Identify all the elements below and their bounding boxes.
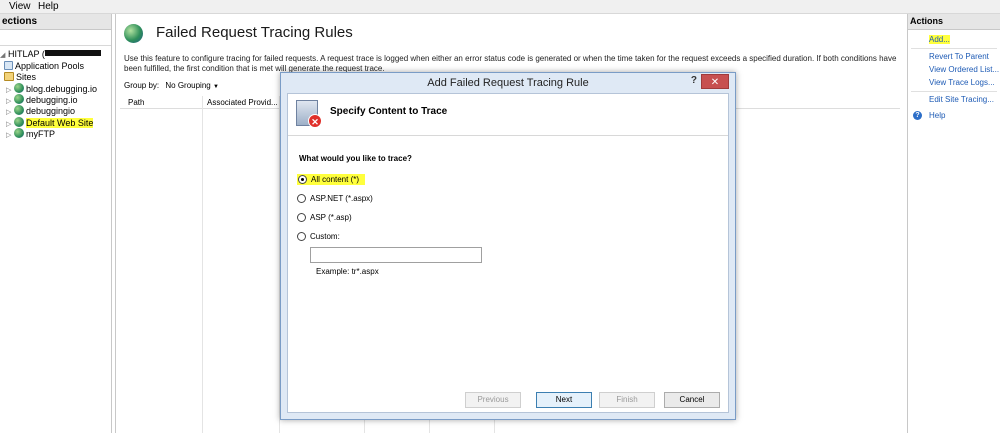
actions-header: Actions [908, 14, 1000, 30]
wizard-banner: ✕ Specify Content to Trace [288, 94, 728, 136]
action-add[interactable]: Add... [929, 35, 950, 45]
radio-label: ASP (*.asp) [310, 213, 352, 222]
tree-item-sites[interactable]: Sites [4, 71, 36, 83]
menu-bar: View Help [0, 0, 1000, 14]
radio-highlight: All content (*) [297, 174, 366, 185]
custom-pattern-input[interactable] [310, 247, 482, 263]
tree-item-site[interactable]: ▷ debuggingio [6, 105, 75, 117]
connections-toolbar [0, 32, 111, 46]
globe-icon [14, 94, 24, 104]
tree-label: myFTP [26, 129, 55, 139]
previous-button[interactable]: Previous [465, 392, 521, 408]
menu-view[interactable]: View [9, 0, 31, 13]
radio-icon[interactable] [297, 194, 306, 203]
question-label: What would you like to trace? [299, 154, 412, 163]
next-button[interactable]: Next [536, 392, 592, 408]
server-label: HITLAP ( [8, 49, 45, 59]
globe-icon [14, 105, 24, 115]
divider [911, 91, 997, 92]
radio-icon[interactable] [297, 232, 306, 241]
tree-item-server[interactable]: ◢ HITLAP ( [0, 48, 101, 60]
divider [911, 48, 997, 49]
help-icon[interactable]: ? [691, 75, 697, 86]
add-rule-dialog: Add Failed Request Tracing Rule ? ✕ ✕ Sp… [280, 72, 736, 420]
menu-help[interactable]: Help [38, 0, 59, 13]
feature-globe-icon [124, 24, 143, 43]
action-edit-site-tracing[interactable]: Edit Site Tracing... [929, 95, 994, 105]
radio-label: ASP.NET (*.aspx) [310, 194, 373, 203]
tree-item-site[interactable]: ▷ myFTP [6, 128, 55, 140]
app-pools-icon [4, 61, 13, 70]
redacted-block [44, 50, 101, 56]
column-associated-provider[interactable]: Associated Provid... [207, 96, 278, 109]
cancel-button[interactable]: Cancel [664, 392, 720, 408]
action-add-label: Add... [929, 35, 950, 44]
actions-pane: Actions Add... Revert To Parent View Ord… [907, 14, 1000, 433]
globe-icon [14, 83, 24, 93]
radio-asp[interactable]: ASP (*.asp) [297, 212, 352, 223]
expand-icon[interactable]: ▷ [6, 130, 14, 142]
finish-button[interactable]: Finish [599, 392, 655, 408]
example-hint: Example: tr*.aspx [316, 267, 379, 276]
radio-icon[interactable] [297, 213, 306, 222]
help-icon[interactable]: ? [913, 111, 922, 120]
connections-pane: ections ◢ HITLAP ( Application Pools Site… [0, 14, 112, 433]
action-revert-to-parent[interactable]: Revert To Parent [929, 52, 989, 62]
sites-folder-icon [4, 72, 14, 81]
radio-all-content[interactable]: All content (*) [297, 174, 366, 185]
globe-icon [14, 117, 24, 127]
radio-custom[interactable]: Custom: [297, 231, 340, 242]
column-path[interactable]: Path [128, 96, 144, 109]
tree-label: debugging.io [26, 95, 78, 105]
tree-label: Sites [16, 72, 37, 82]
dialog-title: Add Failed Request Tracing Rule [427, 77, 589, 89]
group-by: Group by: No Grouping ▼ [124, 80, 235, 93]
action-view-ordered-list[interactable]: View Ordered List... [929, 65, 999, 75]
column-divider [202, 96, 203, 433]
action-view-trace-logs[interactable]: View Trace Logs... [929, 78, 995, 88]
globe-icon [14, 128, 24, 138]
close-button[interactable]: ✕ [701, 74, 729, 89]
page-title: Failed Request Tracing Rules [156, 24, 353, 41]
feature-description: Use this feature to configure tracing fo… [124, 54, 897, 73]
action-help[interactable]: Help [929, 111, 945, 121]
dialog-body: ✕ Specify Content to Trace What would yo… [287, 93, 729, 413]
tree-label-selected: Default Web Site [26, 118, 94, 128]
radio-selected-icon[interactable] [298, 175, 307, 184]
step-title: Specify Content to Trace [330, 106, 448, 117]
group-by-value: No Grouping [165, 81, 211, 90]
tree-label: blog.debugging.io [26, 84, 98, 94]
radio-label: All content (*) [311, 175, 360, 184]
tree-label: Application Pools [15, 61, 85, 71]
group-by-select[interactable]: No Grouping ▼ [165, 80, 235, 93]
radio-aspnet[interactable]: ASP.NET (*.aspx) [297, 193, 373, 204]
tree-label: debuggingio [26, 106, 76, 116]
error-icon: ✕ [308, 114, 322, 128]
group-by-label: Group by: [124, 81, 160, 90]
chevron-down-icon: ▼ [212, 84, 219, 90]
connections-header: ections [0, 14, 111, 30]
radio-label: Custom: [310, 232, 340, 241]
